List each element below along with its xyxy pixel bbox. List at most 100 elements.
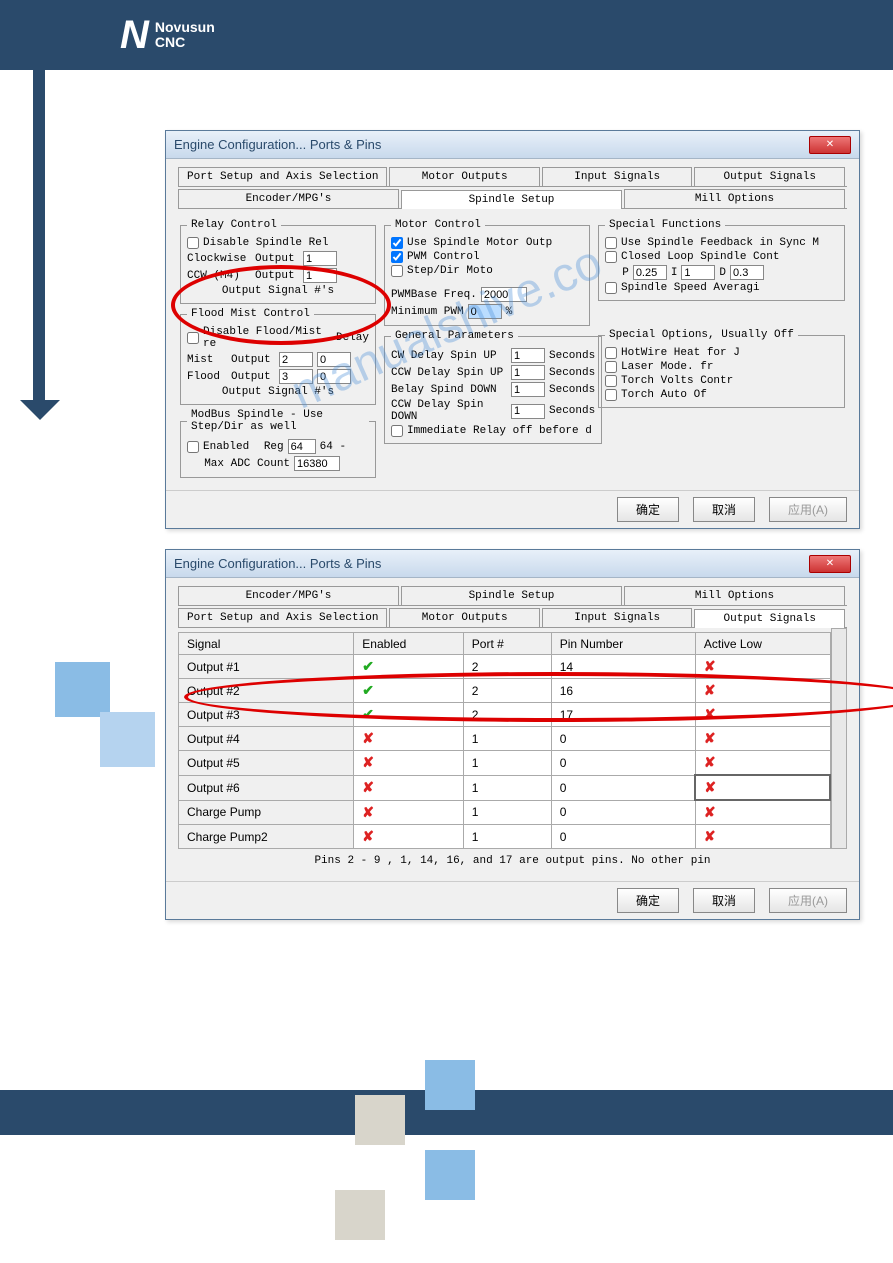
titlebar[interactable]: Engine Configuration... Ports & Pins ✕ bbox=[166, 550, 859, 578]
tab-encoder[interactable]: Encoder/MPG's bbox=[178, 586, 399, 605]
mist-output-input[interactable] bbox=[279, 352, 313, 367]
tab-port-setup[interactable]: Port Setup and Axis Selection bbox=[178, 167, 387, 186]
table-row[interactable]: Charge Pump2✘10✘ bbox=[179, 825, 831, 849]
x-icon: ✘ bbox=[362, 779, 374, 795]
tab-port-setup[interactable]: Port Setup and Axis Selection bbox=[178, 608, 387, 627]
cw-spinup-input[interactable] bbox=[511, 348, 545, 363]
ccw-spindown-input[interactable] bbox=[511, 404, 545, 419]
table-row[interactable]: Charge Pump✘10✘ bbox=[179, 800, 831, 825]
brand-sub: CNC bbox=[155, 35, 215, 50]
cancel-button[interactable]: 取消 bbox=[693, 888, 755, 913]
column-header[interactable]: Enabled bbox=[354, 633, 464, 655]
flood-delay-input[interactable] bbox=[317, 369, 351, 384]
x-icon: ✘ bbox=[704, 658, 716, 674]
x-icon: ✘ bbox=[362, 730, 374, 746]
relay-control-group: Relay Control Disable Spindle Rel Clockw… bbox=[180, 219, 376, 304]
pwmbase-freq-input[interactable] bbox=[481, 287, 527, 302]
laser-mode-checkbox[interactable] bbox=[605, 361, 617, 373]
x-icon: ✘ bbox=[704, 804, 716, 820]
pid-d-input[interactable] bbox=[730, 265, 764, 280]
close-button[interactable]: ✕ bbox=[809, 136, 851, 154]
tab-motor-outputs[interactable]: Motor Outputs bbox=[389, 608, 540, 627]
scrollbar[interactable] bbox=[831, 628, 847, 849]
cw-output-input[interactable] bbox=[303, 251, 337, 266]
immediate-relay-checkbox[interactable] bbox=[391, 425, 403, 437]
tab-output-signals[interactable]: Output Signals bbox=[694, 609, 845, 628]
disable-flood-checkbox[interactable] bbox=[187, 332, 199, 344]
x-icon: ✘ bbox=[704, 730, 716, 746]
apply-button[interactable]: 应用(A) bbox=[769, 888, 847, 913]
ccw-spinup-input[interactable] bbox=[511, 365, 545, 380]
table-row[interactable]: Output #2✔216✘ bbox=[179, 679, 831, 703]
dialog-spindle-setup: Engine Configuration... Ports & Pins ✕ P… bbox=[165, 130, 860, 529]
flood-output-input[interactable] bbox=[279, 369, 313, 384]
x-icon: ✘ bbox=[362, 754, 374, 770]
x-icon: ✘ bbox=[704, 828, 716, 844]
apply-button[interactable]: 应用(A) bbox=[769, 497, 847, 522]
tab-input-signals[interactable]: Input Signals bbox=[542, 167, 693, 186]
table-row[interactable]: Output #4✘10✘ bbox=[179, 727, 831, 751]
x-icon: ✘ bbox=[704, 779, 716, 795]
tab-spindle-setup[interactable]: Spindle Setup bbox=[401, 190, 622, 209]
delay-spindown-input[interactable] bbox=[511, 382, 545, 397]
pid-i-input[interactable] bbox=[681, 265, 715, 280]
closed-loop-checkbox[interactable] bbox=[605, 251, 617, 263]
decor-square bbox=[425, 1060, 475, 1110]
decor-square bbox=[335, 1190, 385, 1240]
torch-volts-checkbox[interactable] bbox=[605, 375, 617, 387]
max-adc-input[interactable] bbox=[294, 456, 340, 471]
tab-input-signals[interactable]: Input Signals bbox=[542, 608, 693, 627]
torch-auto-checkbox[interactable] bbox=[605, 389, 617, 401]
ok-button[interactable]: 确定 bbox=[617, 497, 679, 522]
check-icon: ✔ bbox=[362, 706, 374, 722]
tab-encoder[interactable]: Encoder/MPG's bbox=[178, 189, 399, 208]
spindle-averaging-checkbox[interactable] bbox=[605, 282, 617, 294]
mist-delay-input[interactable] bbox=[317, 352, 351, 367]
min-pwm-input[interactable] bbox=[468, 304, 502, 319]
tab-output-signals[interactable]: Output Signals bbox=[694, 167, 845, 186]
decor-square bbox=[55, 662, 110, 717]
ccw-output-input[interactable] bbox=[303, 268, 337, 283]
table-row[interactable]: Output #1✔214✘ bbox=[179, 655, 831, 679]
tab-mill-options[interactable]: Mill Options bbox=[624, 189, 845, 208]
pwm-control-checkbox[interactable] bbox=[391, 251, 403, 263]
check-icon: ✔ bbox=[362, 682, 374, 698]
table-row[interactable]: Output #6✘10✘ bbox=[179, 775, 831, 800]
titlebar[interactable]: Engine Configuration... Ports & Pins ✕ bbox=[166, 131, 859, 159]
disable-spindle-checkbox[interactable] bbox=[187, 237, 199, 249]
x-icon: ✘ bbox=[362, 828, 374, 844]
cancel-button[interactable]: 取消 bbox=[693, 497, 755, 522]
close-button[interactable]: ✕ bbox=[809, 555, 851, 573]
step-dir-checkbox[interactable] bbox=[391, 265, 403, 277]
general-parameters-group: General Parameters CW Delay Spin UPSecon… bbox=[384, 330, 602, 444]
tab-mill-options[interactable]: Mill Options bbox=[624, 586, 845, 605]
decor-square bbox=[100, 712, 155, 767]
column-header[interactable]: Port # bbox=[463, 633, 551, 655]
column-header[interactable]: Signal bbox=[179, 633, 354, 655]
table-row[interactable]: Output #5✘10✘ bbox=[179, 751, 831, 776]
table-row[interactable]: Output #3✔217✘ bbox=[179, 703, 831, 727]
tabs-row-1: Port Setup and Axis Selection Motor Outp… bbox=[178, 167, 847, 187]
special-options-group: Special Options, Usually Off HotWire Hea… bbox=[598, 329, 845, 408]
column-header[interactable]: Pin Number bbox=[551, 633, 695, 655]
use-spindle-motor-checkbox[interactable] bbox=[391, 237, 403, 249]
ok-button[interactable]: 确定 bbox=[617, 888, 679, 913]
table-footer-text: Pins 2 - 9 , 1, 14, 16, and 17 are outpu… bbox=[178, 849, 847, 873]
column-header[interactable]: Active Low bbox=[695, 633, 830, 655]
tabs-row-1: Encoder/MPG's Spindle Setup Mill Options bbox=[178, 586, 847, 606]
dialog-title: Engine Configuration... Ports & Pins bbox=[174, 137, 809, 152]
x-icon: ✘ bbox=[704, 706, 716, 722]
x-icon: ✘ bbox=[704, 682, 716, 698]
output-signals-table[interactable]: SignalEnabledPort #Pin NumberActive Low … bbox=[178, 632, 831, 849]
tab-motor-outputs[interactable]: Motor Outputs bbox=[389, 167, 540, 186]
tab-spindle-setup[interactable]: Spindle Setup bbox=[401, 586, 622, 605]
pid-p-input[interactable] bbox=[633, 265, 667, 280]
flood-mist-group: Flood Mist Control Disable Flood/Mist re… bbox=[180, 308, 376, 405]
modbus-enabled-checkbox[interactable] bbox=[187, 441, 199, 453]
reg-a-input[interactable] bbox=[288, 439, 316, 454]
dialog-output-signals: Engine Configuration... Ports & Pins ✕ E… bbox=[165, 549, 860, 920]
dialog-title: Engine Configuration... Ports & Pins bbox=[174, 556, 809, 571]
modbus-spindle-group: ModBus Spindle - Use Step/Dir as well En… bbox=[180, 409, 376, 478]
spindle-feedback-checkbox[interactable] bbox=[605, 237, 617, 249]
hotwire-checkbox[interactable] bbox=[605, 347, 617, 359]
